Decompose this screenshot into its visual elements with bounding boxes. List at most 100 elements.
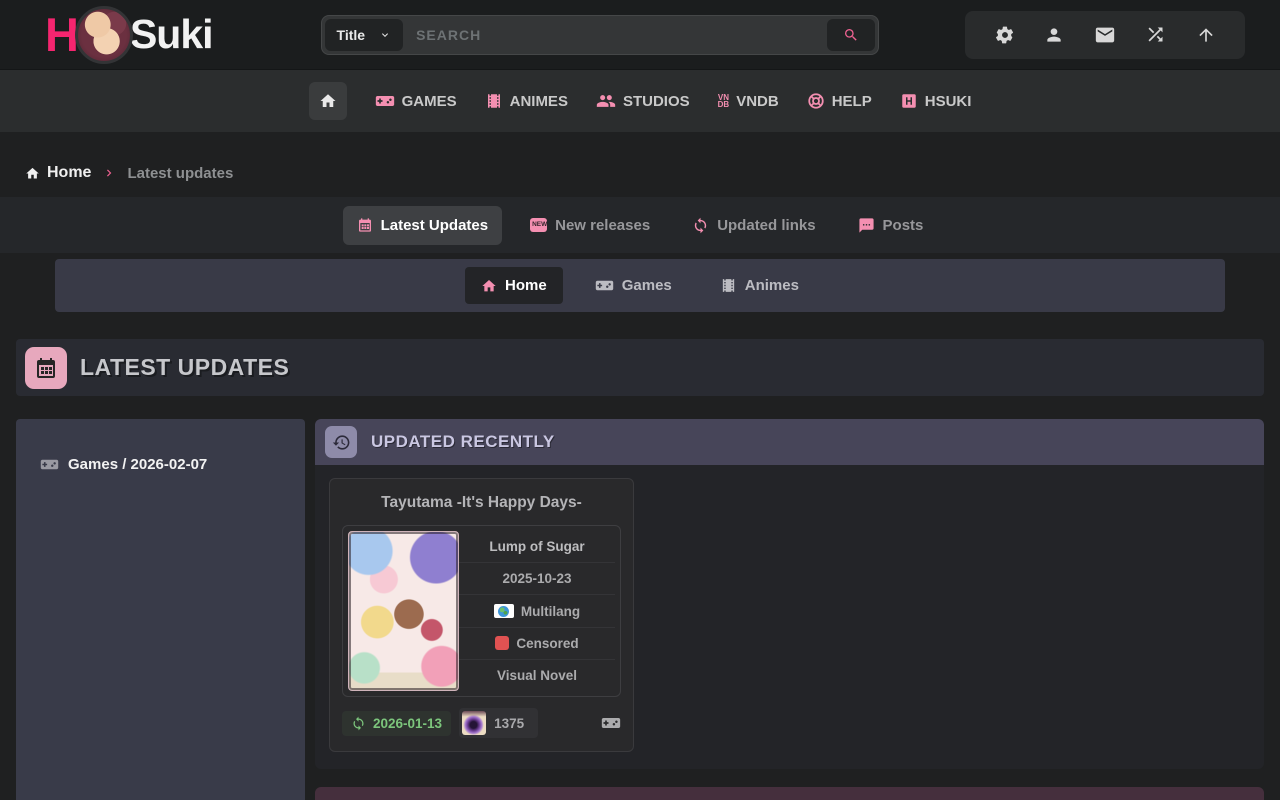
nav-item-vndb[interactable]: VN DB VNDB — [718, 93, 779, 110]
game-language-row: Multilang — [459, 595, 615, 627]
tab-label: New releases — [555, 217, 650, 234]
sync-icon — [692, 217, 709, 234]
red-square-icon — [495, 636, 509, 650]
tab-updated-links[interactable]: Updated links — [678, 206, 829, 245]
search-category-value: Title — [337, 27, 366, 43]
nav-item-label: STUDIOS — [623, 93, 690, 110]
breadcrumb: Home Latest updates — [0, 132, 1280, 188]
chevron-right-icon — [102, 166, 116, 180]
nav-item-label: HELP — [832, 93, 872, 110]
tab-label: Posts — [883, 217, 924, 234]
tab-new-releases[interactable]: NEW New releases — [516, 206, 664, 245]
home-icon — [481, 278, 497, 294]
search-bar: Title — [321, 15, 879, 55]
gamepad-icon[interactable] — [601, 713, 621, 733]
subtab-home[interactable]: Home — [465, 267, 563, 304]
next-section-header — [315, 787, 1264, 800]
breadcrumb-current: Latest updates — [127, 165, 233, 182]
game-title[interactable]: Tayutama -It's Happy Days- — [330, 479, 633, 525]
subtab-games[interactable]: Games — [579, 266, 688, 305]
nav-item-games[interactable]: GAMES — [375, 91, 457, 111]
subtab-label: Home — [505, 277, 547, 294]
logo-avatar — [75, 6, 133, 64]
nav-item-hsuki[interactable]: HSUKI — [900, 92, 972, 110]
nav-item-animes[interactable]: ANIMES — [485, 92, 568, 110]
breadcrumb-home-label: Home — [47, 164, 91, 182]
subtab-label: Games — [622, 277, 672, 294]
logo-text-h: H — [45, 7, 78, 62]
nav-item-help[interactable]: HELP — [807, 92, 872, 110]
new-badge-icon: NEW — [530, 218, 547, 233]
envelope-icon[interactable] — [1094, 24, 1116, 46]
home-icon — [319, 92, 337, 110]
nav-home-button[interactable] — [309, 82, 347, 120]
top-header: H Suki Title — [0, 0, 1280, 69]
tab-latest-updates[interactable]: Latest Updates — [343, 206, 503, 245]
user-icon[interactable] — [1044, 25, 1064, 45]
gamepad-icon — [595, 276, 614, 295]
magnifier-icon — [843, 27, 859, 43]
sidebar-group-games-date[interactable]: Games / 2026-02-07 — [16, 419, 305, 474]
film-icon — [485, 92, 503, 110]
main-panel: UPDATED RECENTLY Tayutama -It's Happy Da… — [315, 419, 1264, 800]
search-button[interactable] — [827, 19, 875, 51]
site-logo[interactable]: H Suki — [45, 6, 213, 64]
tab-label: Updated links — [717, 217, 815, 234]
nav-item-label: GAMES — [402, 93, 457, 110]
views-count: 1375 — [486, 716, 535, 731]
shuffle-icon[interactable] — [1145, 24, 1166, 45]
scope-band: Home Games Animes — [55, 259, 1225, 312]
search-input[interactable] — [406, 27, 823, 43]
page-title: LATEST UPDATES — [80, 354, 289, 381]
panel-title: UPDATED RECENTLY — [371, 432, 555, 452]
main-navbar: GAMES ANIMES STUDIOS VN DB VNDB HELP HSU… — [0, 69, 1280, 132]
views-badge[interactable]: 1375 — [459, 708, 538, 738]
update-date-badge: 2026-01-13 — [342, 711, 451, 736]
life-ring-icon — [807, 92, 825, 110]
game-card-footer: 2026-01-13 1375 — [330, 697, 633, 751]
sync-icon — [351, 716, 366, 731]
subtab-label: Animes — [745, 277, 799, 294]
updated-recently-header: UPDATED RECENTLY — [315, 419, 1264, 465]
game-studio[interactable]: Lump of Sugar — [459, 531, 615, 563]
calendar-icon — [357, 217, 373, 233]
sidebar-group-label: Games / 2026-02-07 — [68, 456, 207, 473]
game-censorship: Censored — [516, 636, 578, 651]
sidebar: Games / 2026-02-07 — [16, 419, 305, 800]
nav-item-studios[interactable]: STUDIOS — [596, 91, 690, 111]
tabs-band: Latest Updates NEW New releases Updated … — [0, 197, 1280, 253]
vndb-icon: VN DB — [718, 94, 730, 108]
breadcrumb-home-link[interactable]: Home — [25, 164, 91, 182]
tab-posts[interactable]: Posts — [844, 206, 938, 245]
globe-flag-icon — [494, 604, 514, 618]
subtab-animes[interactable]: Animes — [704, 267, 815, 304]
nav-item-label: ANIMES — [510, 93, 568, 110]
search-category-select[interactable]: Title — [325, 19, 404, 51]
history-icon — [325, 426, 357, 458]
h-square-icon — [900, 92, 918, 110]
game-updated-date: 2026-01-13 — [373, 716, 442, 731]
game-cover-image[interactable] — [348, 531, 459, 691]
header-actions — [965, 11, 1245, 59]
gamepad-icon — [375, 91, 395, 111]
nav-item-label: HSUKI — [925, 93, 972, 110]
comments-icon — [858, 217, 875, 234]
game-info: Lump of Sugar 2025-10-23 Multilang Censo… — [459, 531, 615, 691]
arrow-up-icon[interactable] — [1196, 25, 1216, 45]
game-media: Lump of Sugar 2025-10-23 Multilang Censo… — [342, 525, 621, 697]
game-language: Multilang — [521, 604, 580, 619]
chevron-down-icon — [379, 29, 391, 41]
content-area: Games / 2026-02-07 UPDATED RECENTLY Tayu… — [16, 419, 1264, 800]
logo-text-suki: Suki — [130, 11, 213, 58]
game-category: Visual Novel — [459, 660, 615, 691]
eye-avatar-icon — [462, 711, 486, 735]
users-icon — [596, 91, 616, 111]
panel-body: Tayutama -It's Happy Days- Lump of Sugar… — [315, 465, 1264, 769]
tab-label: Latest Updates — [381, 217, 489, 234]
gear-icon[interactable] — [995, 25, 1015, 45]
home-icon — [25, 166, 40, 181]
film-icon — [720, 277, 737, 294]
section-header: LATEST UPDATES — [16, 339, 1264, 396]
gamepad-icon — [40, 455, 59, 474]
nav-item-label: VNDB — [736, 93, 779, 110]
